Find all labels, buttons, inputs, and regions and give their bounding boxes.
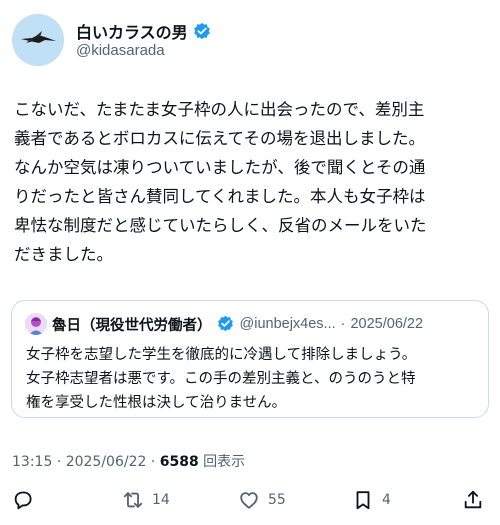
quoted-tweet-card[interactable]: 魯日（現役世代労働者） @iunbejx4es... · 2025/06/22 … — [11, 300, 489, 418]
tweet-line: だきました。 — [14, 245, 113, 264]
quoted-verified-badge-icon — [217, 315, 235, 333]
author-avatar[interactable] — [12, 14, 64, 66]
heart-icon — [240, 492, 258, 509]
tweet-metadata: 13:15 · 2025/06/22 · 6588 回表示 — [12, 451, 245, 471]
like-button[interactable]: 55 — [238, 485, 286, 515]
quoted-line: 女子枠志望者は悪です。この手の差別主義と、のうのうと特 — [26, 371, 416, 387]
tweet-header: 白いカラスの男 @kidasarada — [12, 14, 488, 66]
quoted-date: 2025/06/22 — [350, 316, 424, 332]
action-bar: 14 55 4 — [0, 485, 500, 515]
quoted-line: 女子枠を志望した学生を徹底的に冷遇して排除しましょう。 — [26, 347, 417, 363]
quoted-tweet-body: 女子枠を志望した学生を徹底的に冷遇して排除しましょう。 女子枠志望者は悪です。こ… — [26, 343, 486, 415]
author-handle[interactable]: @kidasarada — [76, 42, 165, 59]
quoted-author-avatar — [25, 313, 47, 335]
quoted-tweet-header: 魯日（現役世代労働者） @iunbejx4es... · 2025/06/22 — [25, 313, 423, 335]
reply-icon — [14, 491, 32, 510]
tweet-body: こないだ、たまたま女子枠の人に出会ったので、差別主 義者であるとボロカスに伝えて… — [14, 95, 486, 269]
author-name-row[interactable]: 白いカラスの男 — [76, 19, 211, 43]
quoted-line: 権を享受した性根は決して治りません。 — [26, 395, 287, 411]
tweet-line: 義者であるとボロカスに伝えてその場を退出しました。 — [14, 129, 426, 148]
quoted-author-name: 魯日（現役世代労働者） — [52, 317, 212, 334]
verified-badge-icon — [193, 22, 211, 40]
bookmark-icon — [356, 491, 370, 510]
author-display-name[interactable]: 白いカラスの男 — [76, 19, 188, 43]
view-count-label: 回表示 — [198, 454, 246, 470]
bookmark-count: 4 — [382, 492, 391, 508]
share-button[interactable] — [462, 485, 484, 515]
reply-button[interactable] — [12, 485, 34, 515]
repost-button[interactable]: 14 — [122, 485, 170, 515]
tweet-line: 卑怯な制度だと感じていたらしく、反省のメールをいた — [14, 216, 427, 235]
quoted-author-handle: @iunbejx4es... — [239, 316, 336, 332]
like-count: 55 — [268, 492, 286, 508]
tweet-line: こないだ、たまたま女子枠の人に出会ったので、差別主 — [14, 100, 425, 119]
bookmark-button[interactable]: 4 — [352, 485, 391, 515]
share-icon — [464, 490, 482, 509]
tweet-line: りだったと皆さん賛同してくれました。本人も女子枠は — [14, 187, 426, 206]
view-count: 6588 — [159, 454, 199, 470]
repost-count: 14 — [152, 492, 170, 508]
tweet-line: なんか空気は凍りついていましたが、後で聞くとその通 — [14, 158, 426, 177]
quoted-separator: · — [340, 316, 346, 332]
tweet-timestamp[interactable]: 13:15 · 2025/06/22 · — [12, 454, 160, 470]
repost-icon — [123, 492, 143, 508]
